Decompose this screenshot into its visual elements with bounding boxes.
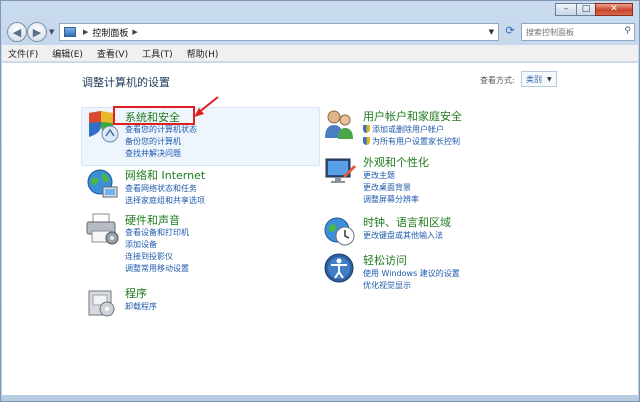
- category-clock-region[interactable]: 时钟、语言和区域 更改键盘或其他输入法: [323, 214, 563, 250]
- view-by-value: 类别: [526, 74, 542, 84]
- page-title: 调整计算机的设置: [82, 76, 170, 89]
- link-mobility-settings[interactable]: 调整常用移动设置: [125, 263, 189, 274]
- category-appearance[interactable]: 外观和个性化 更改主题 更改桌面背景 调整屏幕分辨率: [323, 154, 563, 206]
- control-panel-window: – □ ✕ ◀ ▶ ▼ ▶ 控制面板 ▶ ▼ ⟳ ⚲ 文件(F) 编辑(E) 查…: [0, 0, 640, 402]
- link-label: 添加或删除用户帐户: [372, 125, 444, 134]
- link-optimize-visual-display[interactable]: 优化视觉显示: [363, 280, 411, 291]
- breadcrumb-separator-icon[interactable]: ▶: [83, 28, 88, 36]
- chevron-down-icon: ▼: [547, 75, 552, 83]
- link-add-device[interactable]: 添加设备: [125, 239, 157, 250]
- link-homegroup-sharing[interactable]: 选择家庭组和共享选项: [125, 195, 205, 206]
- refresh-icon[interactable]: ⟳: [502, 24, 518, 40]
- search-icon[interactable]: ⚲: [624, 26, 631, 36]
- annotation-highlight-box: [113, 106, 195, 125]
- link-label: 为所有用户设置家长控制: [372, 137, 460, 146]
- menu-help[interactable]: 帮助(H): [187, 47, 219, 60]
- category-programs[interactable]: 程序 卸载程序: [85, 285, 315, 325]
- category-title-hardware-sound[interactable]: 硬件和声音: [125, 212, 180, 228]
- navigation-bar: ◀ ▶ ▼ ▶ 控制面板 ▶ ▼ ⟳ ⚲: [5, 21, 635, 43]
- link-desktop-background[interactable]: 更改桌面背景: [363, 182, 411, 193]
- link-add-remove-accounts[interactable]: 添加或删除用户帐户: [363, 124, 444, 135]
- breadcrumb-control-panel[interactable]: 控制面板: [92, 26, 128, 39]
- annotation-arrow-icon: [194, 96, 219, 117]
- menu-file[interactable]: 文件(F): [8, 47, 38, 60]
- menu-tools[interactable]: 工具(T): [142, 47, 173, 60]
- category-title-user-accounts[interactable]: 用户帐户和家庭安全: [363, 108, 462, 124]
- minimize-button[interactable]: –: [555, 3, 577, 16]
- view-by-label: 查看方式:: [480, 76, 515, 85]
- category-network-internet[interactable]: 网络和 Internet 查看网络状态和任务 选择家庭组和共享选项: [85, 167, 315, 207]
- view-by-dropdown[interactable]: 类别 ▼: [521, 71, 557, 87]
- link-change-theme[interactable]: 更改主题: [363, 170, 395, 181]
- menu-view[interactable]: 查看(V): [97, 47, 128, 60]
- window-controls: – □ ✕: [555, 3, 633, 16]
- link-connect-projector[interactable]: 连接到投影仪: [125, 251, 173, 262]
- clock-globe-icon: [324, 217, 355, 246]
- control-panel-icon: [64, 27, 76, 37]
- category-title-clock-region[interactable]: 时钟、语言和区域: [363, 214, 451, 230]
- printer-icon: [86, 213, 119, 245]
- menu-bar: 文件(F) 编辑(E) 查看(V) 工具(T) 帮助(H): [2, 45, 638, 62]
- category-ease-of-access[interactable]: 轻松访问 使用 Windows 建议的设置 优化视觉显示: [323, 252, 563, 292]
- uac-shield-icon: [363, 125, 370, 133]
- recent-pages-dropdown[interactable]: ▼: [49, 28, 54, 36]
- content-area: 调整计算机的设置 查看方式: 类别 ▼ 系统和安全 查看您的计算机状态 备份您的…: [2, 63, 638, 395]
- close-button[interactable]: ✕: [595, 3, 633, 16]
- link-screen-resolution[interactable]: 调整屏幕分辨率: [363, 194, 419, 205]
- link-change-input-methods[interactable]: 更改键盘或其他输入法: [363, 230, 443, 241]
- category-title-programs[interactable]: 程序: [125, 285, 147, 301]
- uac-shield-icon: [363, 137, 370, 145]
- monitor-icon: [325, 158, 356, 183]
- menu-edit[interactable]: 编辑(E): [52, 47, 83, 60]
- address-dropdown-icon[interactable]: ▼: [489, 28, 494, 36]
- back-button[interactable]: ◀: [7, 22, 27, 42]
- link-uninstall-program[interactable]: 卸载程序: [125, 301, 157, 312]
- link-parental-controls[interactable]: 为所有用户设置家长控制: [363, 136, 460, 147]
- forward-button[interactable]: ▶: [27, 22, 47, 42]
- users-icon: [325, 110, 353, 139]
- link-network-status[interactable]: 查看网络状态和任务: [125, 183, 197, 194]
- search-box[interactable]: ⚲: [521, 23, 635, 41]
- link-view-computer-status[interactable]: 查看您的计算机状态: [125, 124, 197, 135]
- link-devices-printers[interactable]: 查看设备和打印机: [125, 227, 189, 238]
- search-input[interactable]: [522, 24, 618, 40]
- category-user-accounts[interactable]: 用户帐户和家庭安全 添加或删除用户帐户 为所有用户设置家长控制: [323, 108, 563, 150]
- programs-box-icon: [88, 290, 115, 317]
- category-title-appearance[interactable]: 外观和个性化: [363, 154, 429, 170]
- maximize-button[interactable]: □: [576, 3, 596, 16]
- category-title-network-internet[interactable]: 网络和 Internet: [125, 167, 205, 183]
- breadcrumb-separator-icon[interactable]: ▶: [132, 28, 137, 36]
- link-windows-recommended-settings[interactable]: 使用 Windows 建议的设置: [363, 268, 460, 279]
- link-troubleshoot[interactable]: 查找并解决问题: [125, 148, 181, 159]
- link-backup-computer[interactable]: 备份您的计算机: [125, 136, 181, 147]
- network-globe-icon: [87, 169, 118, 198]
- category-title-ease-of-access[interactable]: 轻松访问: [363, 252, 407, 268]
- address-bar[interactable]: ▶ 控制面板 ▶ ▼: [59, 23, 499, 41]
- category-hardware-sound[interactable]: 硬件和声音 查看设备和打印机 添加设备 连接到投影仪 调整常用移动设置: [85, 212, 315, 276]
- accessibility-icon: [324, 253, 354, 283]
